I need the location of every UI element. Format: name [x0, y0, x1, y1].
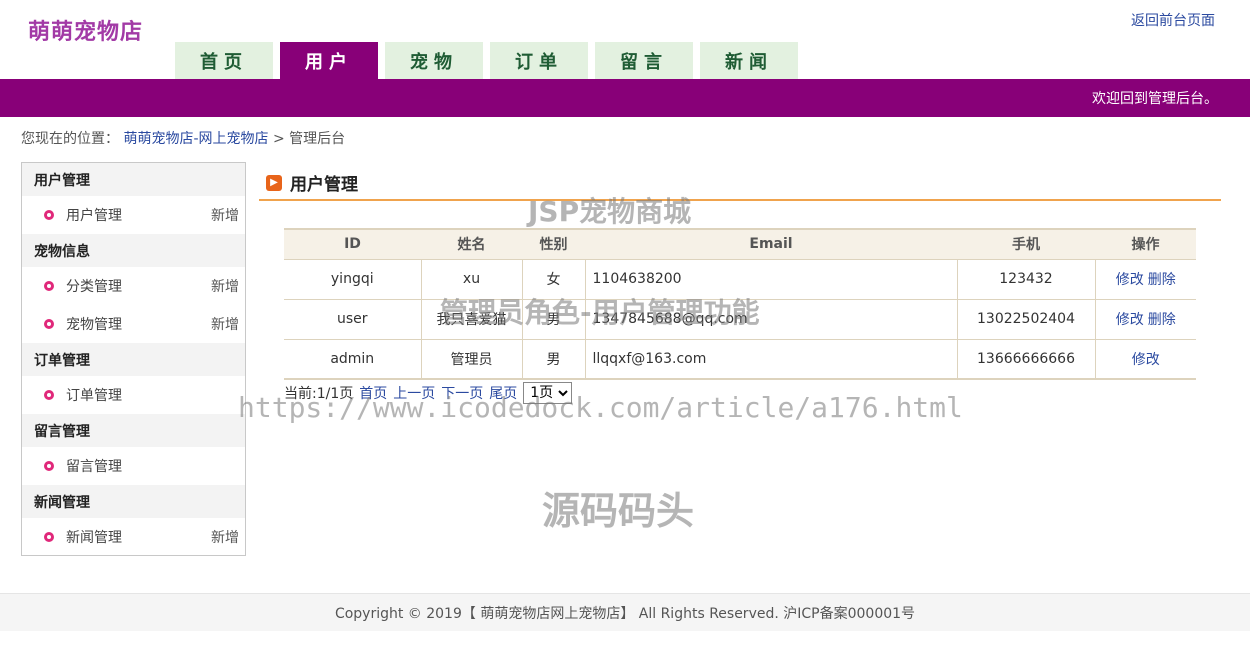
- page-title: ▶ 用户管理: [266, 170, 358, 195]
- delete-link[interactable]: 删除: [1148, 272, 1176, 288]
- column-header: 手机: [957, 228, 1095, 259]
- sidebar: 用户管理 用户管理 新增 宠物信息 分类管理 新增 宠物管理 新增 订单管理 订…: [21, 162, 246, 556]
- bullet-icon: [44, 319, 54, 329]
- add-user-link[interactable]: 新增: [211, 205, 239, 225]
- cell-actions: 修改 删除: [1095, 298, 1196, 340]
- welcome-text: 欢迎回到管理后台。: [1092, 91, 1218, 107]
- bullet-icon: [44, 532, 54, 542]
- back-to-front-link[interactable]: 返回前台页面: [1131, 10, 1215, 30]
- sidebar-item-label[interactable]: 留言管理: [66, 456, 239, 476]
- sidebar-item-pet-manage: 宠物管理 新增: [22, 305, 245, 343]
- column-header: Email: [585, 228, 957, 259]
- tab-news[interactable]: 新闻: [700, 42, 798, 79]
- breadcrumb: 您现在的位置： 萌萌宠物店-网上宠物店 > 管理后台: [21, 128, 345, 148]
- sidebar-item-label[interactable]: 宠物管理: [66, 314, 211, 334]
- bullet-icon: [44, 210, 54, 220]
- cell-phone: 123432: [957, 258, 1096, 300]
- bullet-icon: [44, 281, 54, 291]
- column-header: 操作: [1095, 228, 1196, 259]
- column-header: 姓名: [421, 228, 522, 259]
- add-category-link[interactable]: 新增: [211, 276, 239, 296]
- tab-orders[interactable]: 订单: [490, 42, 588, 79]
- sidebar-item-label[interactable]: 新闻管理: [66, 527, 211, 547]
- breadcrumb-current: 管理后台: [289, 131, 346, 147]
- edit-link[interactable]: 修改: [1116, 312, 1144, 328]
- cell-email: 1104638200: [585, 258, 958, 300]
- cell-id: yingqi: [284, 258, 422, 300]
- cell-id: user: [284, 298, 422, 340]
- sidebar-group-messages: 留言管理: [22, 414, 245, 447]
- watermark-brand: 源码码头: [542, 489, 695, 533]
- table-row: yingqi xu 女 1104638200 123432 修改 删除: [284, 258, 1196, 300]
- column-header: 性别: [522, 228, 585, 259]
- delete-link[interactable]: 删除: [1148, 312, 1176, 328]
- tab-home[interactable]: 首页: [175, 42, 273, 79]
- cell-email: 1347845688@qq.com: [585, 298, 958, 340]
- breadcrumb-separator: >: [272, 131, 285, 147]
- sidebar-group-users: 用户管理: [22, 163, 245, 196]
- sidebar-item-user-manage: 用户管理 新增: [22, 196, 245, 234]
- page-title-text: 用户管理: [290, 175, 358, 195]
- first-page-link[interactable]: 首页: [359, 383, 387, 403]
- watermark-title: JSP宠物商城: [528, 195, 692, 228]
- edit-link[interactable]: 修改: [1132, 352, 1160, 368]
- copyright-text: Copyright © 2019【 萌萌宠物店网上宠物店】 All Rights…: [334, 605, 916, 622]
- cell-gender: 女: [522, 258, 586, 300]
- user-table: ID 姓名 性别 Email 手机 操作 yingqi xu 女 1104638…: [284, 228, 1196, 380]
- footer: Copyright © 2019【 萌萌宠物店网上宠物店】 All Rights…: [0, 593, 1250, 631]
- table-header-row: ID 姓名 性别 Email 手机 操作: [284, 228, 1196, 259]
- cell-email: llqqxf@163.com: [585, 338, 958, 380]
- cell-phone: 13666666666: [957, 338, 1096, 380]
- sidebar-item-news-manage: 新闻管理 新增: [22, 518, 245, 556]
- add-news-link[interactable]: 新增: [211, 527, 239, 547]
- cell-phone: 13022502404: [957, 298, 1096, 340]
- page-select[interactable]: 1页: [523, 382, 573, 404]
- page-status: 当前:1/1页: [284, 386, 354, 402]
- cell-actions: 修改 删除: [1095, 258, 1196, 300]
- bullet-icon: [44, 390, 54, 400]
- sidebar-item-label[interactable]: 订单管理: [66, 385, 239, 405]
- table-row: admin 管理员 男 llqqxf@163.com 13666666666 修…: [284, 338, 1196, 380]
- cell-name: 我只喜爱猫: [421, 298, 523, 340]
- title-divider: [259, 199, 1221, 201]
- last-page-link[interactable]: 尾页: [489, 383, 517, 403]
- pagination: 当前:1/1页 首页 上一页 下一页 尾页 1页: [284, 382, 573, 404]
- cell-actions: 修改: [1095, 338, 1196, 380]
- sidebar-item-category-manage: 分类管理 新增: [22, 267, 245, 305]
- sidebar-item-message-manage: 留言管理: [22, 447, 245, 485]
- bullet-icon: [44, 461, 54, 471]
- breadcrumb-prefix: 您现在的位置：: [21, 131, 119, 147]
- sidebar-item-label[interactable]: 用户管理: [66, 205, 211, 225]
- tab-users[interactable]: 用户: [280, 42, 378, 79]
- column-header: ID: [284, 228, 421, 259]
- sidebar-item-label[interactable]: 分类管理: [66, 276, 211, 296]
- sidebar-group-pets: 宠物信息: [22, 234, 245, 267]
- cell-gender: 男: [522, 338, 586, 380]
- site-logo: 萌萌宠物店: [28, 20, 144, 45]
- main-nav: 首页 用户 宠物 订单 留言 新闻: [175, 42, 805, 79]
- cell-id: admin: [284, 338, 422, 380]
- cell-gender: 男: [522, 298, 586, 340]
- breadcrumb-home-link[interactable]: 萌萌宠物店-网上宠物店: [123, 131, 268, 147]
- edit-link[interactable]: 修改: [1116, 272, 1144, 288]
- tab-pets[interactable]: 宠物: [385, 42, 483, 79]
- sidebar-group-orders: 订单管理: [22, 343, 245, 376]
- cell-name: 管理员: [421, 338, 523, 380]
- tab-messages[interactable]: 留言: [595, 42, 693, 79]
- prev-page-link[interactable]: 上一页: [393, 383, 435, 403]
- arrow-right-icon: ▶: [266, 174, 282, 191]
- cell-name: xu: [421, 258, 523, 300]
- sidebar-item-order-manage: 订单管理: [22, 376, 245, 414]
- table-row: user 我只喜爱猫 男 1347845688@qq.com 130225024…: [284, 298, 1196, 340]
- add-pet-link[interactable]: 新增: [211, 314, 239, 334]
- welcome-bar: 欢迎回到管理后台。: [0, 79, 1250, 117]
- next-page-link[interactable]: 下一页: [441, 383, 483, 403]
- sidebar-group-news: 新闻管理: [22, 485, 245, 518]
